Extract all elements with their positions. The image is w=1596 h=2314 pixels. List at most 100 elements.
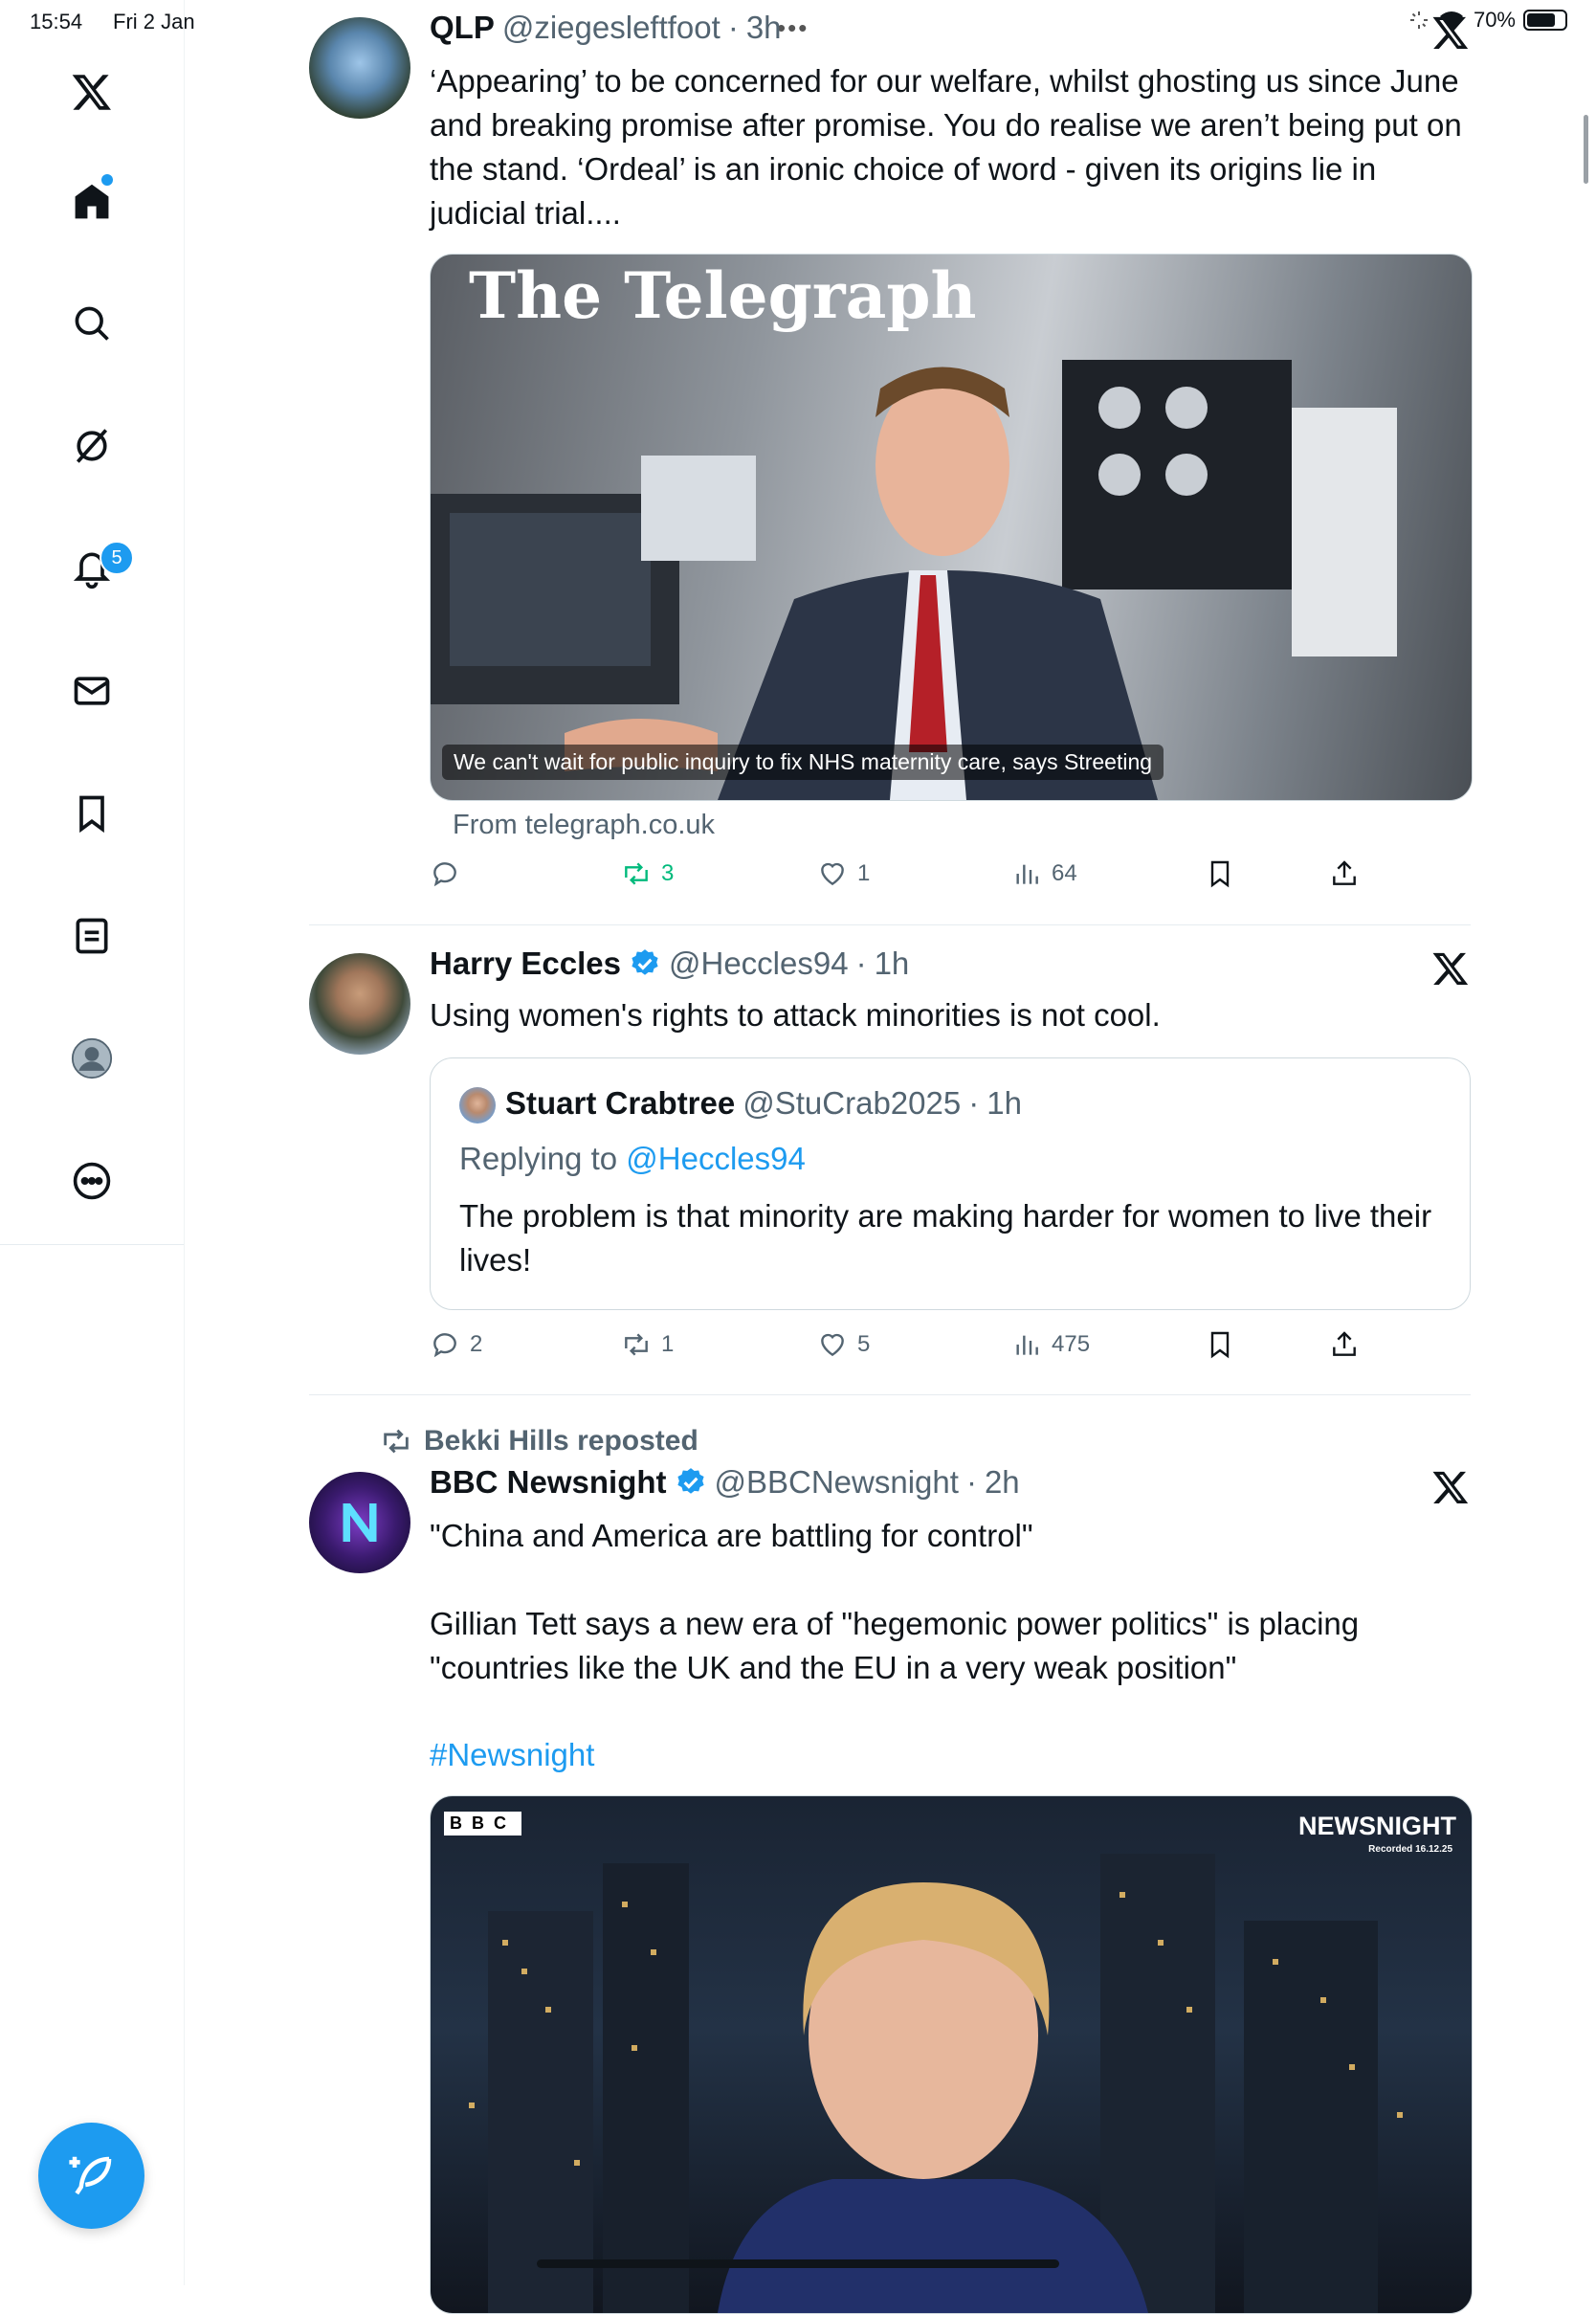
tweet-header: QLP @ziegesleftfoot · 3h — [430, 10, 782, 46]
card-source[interactable]: From telegraph.co.uk — [453, 810, 715, 841]
x-logo-icon[interactable] — [65, 65, 119, 119]
share-button[interactable] — [1329, 858, 1360, 889]
tweet-text: Using women's rights to attack minoritie… — [430, 997, 1161, 1033]
tweet-header: Harry Eccles @Heccles94 · 1h — [430, 946, 909, 982]
search-icon[interactable] — [65, 297, 119, 350]
tweet-divider — [309, 1394, 1471, 1395]
x-logo-icon[interactable] — [1431, 13, 1470, 52]
newsnight-logo-icon — [343, 1503, 377, 1542]
author-name[interactable]: QLP — [430, 10, 495, 46]
multitask-dots-icon[interactable]: ••• — [777, 13, 809, 43]
compose-button[interactable] — [38, 2123, 144, 2229]
tweet-divider — [309, 924, 1471, 925]
views-count: 64 — [1052, 860, 1077, 886]
avatar[interactable] — [309, 17, 410, 119]
video-recorded: Recorded 16.12.25 — [1368, 1844, 1452, 1855]
repost-button[interactable]: 3 — [621, 858, 674, 889]
author-handle[interactable]: @BBCNewsnight — [715, 1464, 959, 1501]
separator-dot: · — [727, 10, 739, 45]
home-unread-dot — [101, 174, 113, 186]
share-icon — [1333, 1331, 1356, 1356]
reply-icon — [433, 862, 456, 887]
heart-icon — [821, 862, 844, 886]
bbc-logo: BBC — [444, 1812, 521, 1836]
repost-by: Bekki Hills reposted — [424, 1425, 698, 1457]
share-icon — [1333, 860, 1356, 885]
repost-icon — [625, 1333, 648, 1356]
battery-percent: 70% — [1473, 8, 1516, 32]
repost-context[interactable]: Bekki Hills reposted — [380, 1425, 698, 1457]
tweet-time[interactable]: 1h — [875, 946, 910, 982]
quote-author-handle[interactable]: @StuCrab2025 — [743, 1085, 961, 1122]
tweet-text: ‘Appearing’ to be concerned for our welf… — [430, 63, 1462, 231]
reply-button[interactable]: 2 — [430, 1329, 482, 1360]
video-brand: NEWSNIGHT — [1298, 1812, 1456, 1840]
bookmark-icon — [1210, 1331, 1230, 1359]
repost-count: 1 — [661, 1331, 675, 1357]
quoted-tweet[interactable]: Stuart Crabtree @StuCrab2025 · 1h Replyi… — [430, 1057, 1471, 1310]
author-handle[interactable]: @ziegesleftfoot — [502, 10, 720, 46]
profile-icon[interactable] — [65, 1032, 119, 1085]
tweet-actions: 3 1 64 — [430, 858, 1367, 897]
sidebar: 5 — [0, 0, 185, 2285]
bookmark-button[interactable] — [1205, 858, 1235, 889]
x-logo-icon[interactable] — [1431, 949, 1470, 988]
card-image — [431, 360, 1397, 800]
replying-prefix: Replying to — [459, 1141, 618, 1176]
bookmarks-icon[interactable] — [65, 787, 119, 840]
battery-icon — [1523, 10, 1567, 31]
avatar[interactable] — [309, 1472, 410, 1573]
tweet-time[interactable]: 2h — [985, 1464, 1020, 1501]
scrollbar[interactable] — [1584, 115, 1588, 184]
tweet-header: BBC Newsnight @BBCNewsnight · 2h — [430, 1464, 1020, 1501]
compose-feather-icon — [68, 2156, 111, 2194]
avatar[interactable] — [309, 953, 410, 1055]
lists-icon[interactable] — [65, 909, 119, 963]
card-headline: We can't wait for public inquiry to fix … — [442, 745, 1164, 780]
bbc-logo-text: BBC — [444, 1812, 521, 1836]
repost-icon — [384, 1429, 409, 1454]
verified-badge-icon — [632, 949, 658, 975]
quote-author-name[interactable]: Stuart Crabtree — [505, 1085, 735, 1122]
home-indicator[interactable] — [537, 2259, 1059, 2268]
like-count: 1 — [857, 860, 871, 886]
tweet-text-line-1: "China and America are battling for cont… — [430, 1518, 1033, 1553]
separator-dot: · — [855, 946, 867, 981]
author-name[interactable]: BBC Newsnight — [430, 1464, 667, 1501]
quote-time: 1h — [986, 1085, 1022, 1121]
link-card[interactable]: The Telegraph We can't wait for public i… — [430, 254, 1473, 801]
quote-header: Stuart Crabtree @StuCrab2025 · 1h — [505, 1085, 1022, 1122]
tweet-actions: 2 1 5 475 — [430, 1329, 1367, 1368]
views-button[interactable]: 64 — [1011, 858, 1077, 889]
verified-badge-icon — [676, 1468, 704, 1494]
messages-icon[interactable] — [65, 664, 119, 718]
tweet-time[interactable]: 3h — [746, 10, 782, 46]
author-name[interactable]: Harry Eccles — [430, 946, 621, 982]
bookmark-button[interactable] — [1205, 1329, 1235, 1360]
video-frame — [469, 1854, 1403, 2313]
share-button[interactable] — [1329, 1329, 1360, 1360]
x-logo-icon[interactable] — [1431, 1468, 1470, 1506]
like-button[interactable]: 5 — [817, 1329, 870, 1360]
repost-icon — [625, 862, 648, 885]
video-player[interactable]: BBC NEWSNIGHT Recorded 16.12.25 — [430, 1795, 1473, 2314]
repost-count: 3 — [661, 860, 675, 886]
views-chart-icon — [1016, 864, 1038, 884]
like-button[interactable]: 1 — [817, 858, 870, 889]
author-handle[interactable]: @Heccles94 — [669, 946, 849, 982]
replying-to: Replying to @Heccles94 — [459, 1141, 806, 1177]
bookmark-icon — [1210, 860, 1230, 888]
views-count: 475 — [1052, 1331, 1091, 1357]
replying-to-handle[interactable]: @Heccles94 — [626, 1141, 806, 1176]
notifications-badge: 5 — [100, 541, 134, 575]
heart-icon — [821, 1333, 844, 1357]
like-count: 5 — [857, 1331, 871, 1357]
more-icon[interactable] — [65, 1154, 119, 1208]
separator-dot: · — [965, 1464, 977, 1500]
reply-button[interactable] — [430, 858, 460, 889]
views-button[interactable]: 475 — [1011, 1329, 1090, 1360]
hashtag-link[interactable]: #Newsnight — [430, 1733, 1473, 1777]
repost-button[interactable]: 1 — [621, 1329, 674, 1360]
quote-avatar[interactable] — [459, 1087, 496, 1124]
grok-icon[interactable] — [65, 419, 119, 473]
